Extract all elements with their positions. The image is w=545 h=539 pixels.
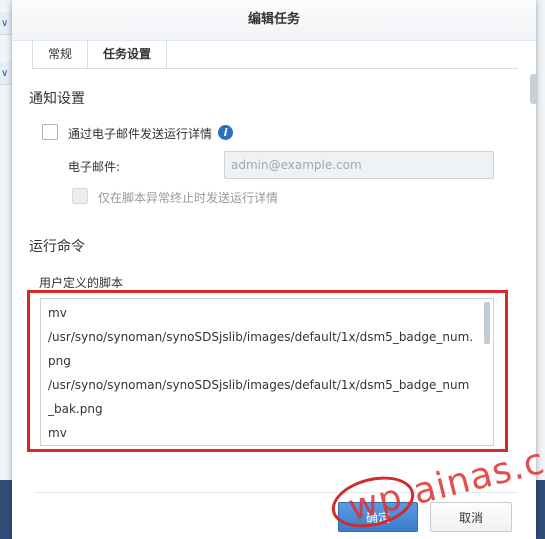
run-section-title: 运行命令 <box>29 239 85 255</box>
email-label: 电子邮件: <box>68 160 121 174</box>
script-line: mv <box>48 426 67 440</box>
script-line: /usr/syno/synoman/synoSDSjslib/images/de… <box>48 330 474 344</box>
dialog-scrollbar[interactable] <box>530 74 538 104</box>
tab-divider <box>32 68 518 69</box>
script-line: _bak.png <box>48 402 103 416</box>
background-bar <box>0 480 12 539</box>
script-textarea[interactable]: mv /usr/syno/synoman/synoSDSjslib/images… <box>40 298 494 446</box>
notify-section-title: 通知设置 <box>29 91 85 107</box>
edit-task-dialog: 编辑任务 常规 任务设置 通知设置 通过电子邮件发送运行详情 i 电子邮件: 仅… <box>12 0 538 539</box>
chevron-down-icon: ∨ <box>1 68 9 79</box>
script-line: png <box>48 354 71 368</box>
textarea-scrollbar[interactable] <box>484 302 490 344</box>
chevron-down-icon: ∨ <box>1 18 9 29</box>
tab-bar: 常规 任务设置 <box>32 40 168 68</box>
script-line: /usr/syno/synoman/synoSDSjslib/images/de… <box>48 378 470 392</box>
script-content: mv /usr/syno/synoman/synoSDSjslib/images… <box>41 299 493 445</box>
email-field[interactable] <box>224 151 494 179</box>
tab-task-settings[interactable]: 任务设置 <box>88 40 168 68</box>
send-email-checkbox[interactable] <box>42 124 58 140</box>
script-label: 用户定义的脚本 <box>39 276 124 290</box>
footer-divider <box>34 492 518 493</box>
script-line: mv <box>48 306 67 320</box>
ok-button[interactable]: 确定 <box>338 502 418 532</box>
only-abnormal-label: 仅在脚本异常终止时发送运行详情 <box>98 191 279 205</box>
info-icon[interactable]: i <box>218 125 233 140</box>
tab-general[interactable]: 常规 <box>32 40 89 68</box>
send-email-label: 通过电子邮件发送运行详情 <box>68 127 213 141</box>
dialog-title: 编辑任务 <box>12 0 536 41</box>
cancel-button[interactable]: 取消 <box>430 502 512 532</box>
only-abnormal-checkbox[interactable] <box>72 188 88 204</box>
background-bar <box>536 480 545 539</box>
